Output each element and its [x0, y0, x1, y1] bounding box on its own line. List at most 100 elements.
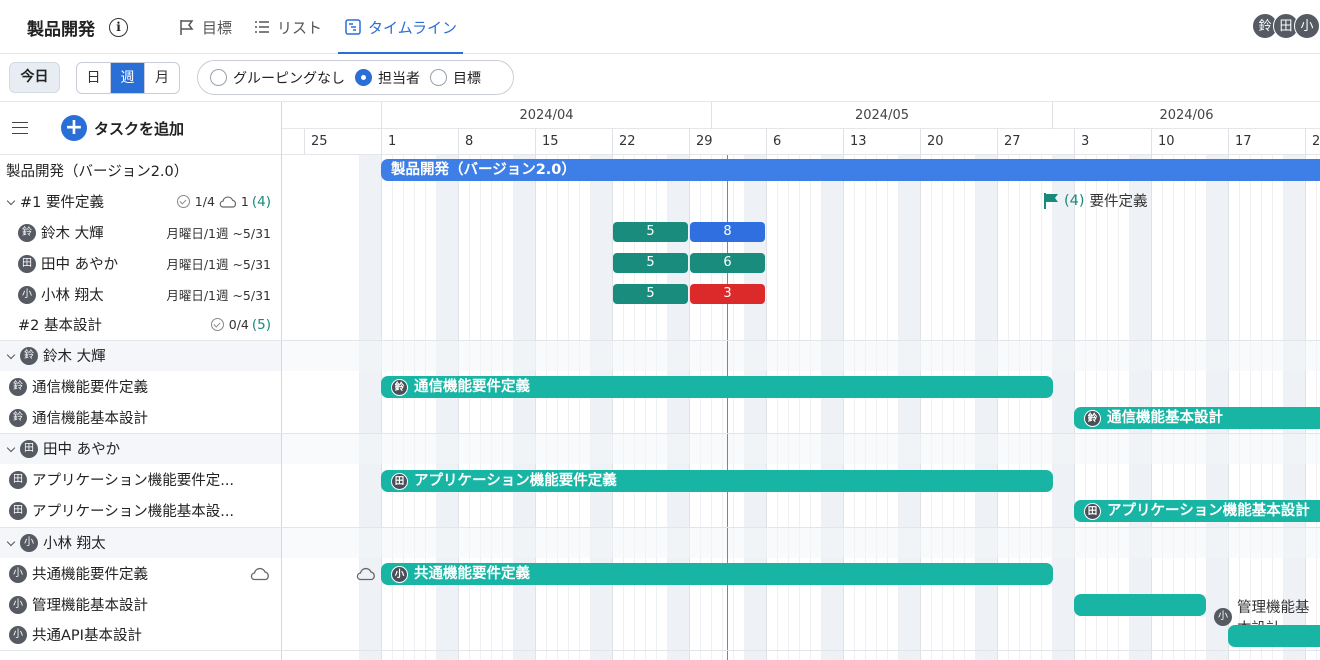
project-title: 製品開発: [27, 20, 95, 40]
goal-row[interactable]: #2 基本設計 0/4 (5): [0, 309, 281, 340]
project-bar[interactable]: 製品開発（バージョン2.0）: [381, 159, 1320, 181]
month-label: 2024/05: [711, 102, 1052, 129]
goal-progress: 1/4: [194, 194, 215, 209]
avatar: 鈴: [9, 377, 27, 396]
month-label: 2024/06: [1052, 102, 1320, 129]
task-bar[interactable]: 田 アプリケーション機能基本設計: [1074, 500, 1320, 522]
top-bar: 製品開発 i 目標 リスト タイムライン 鈴 田 小: [0, 0, 1320, 54]
task-name: 通信機能要件定義: [32, 380, 148, 396]
scale-week-button[interactable]: 週: [111, 63, 145, 93]
member-avatars[interactable]: 鈴 田 小: [1252, 13, 1320, 39]
task-bar-label: 通信機能要件定義: [414, 379, 530, 395]
week-label: 20: [920, 129, 997, 155]
task-bar[interactable]: 鈴 通信機能要件定義: [381, 376, 1053, 398]
workload-cell[interactable]: 6: [690, 253, 765, 273]
avatar[interactable]: 小: [1294, 13, 1320, 39]
task-bar[interactable]: 小 共通機能要件定義: [381, 563, 1053, 585]
radio-goal[interactable]: 目標: [430, 68, 481, 88]
workload-cell[interactable]: 8: [690, 222, 765, 242]
workload-cell[interactable]: 5: [613, 284, 688, 304]
goal-meta: 1/4 1 (4): [176, 194, 271, 210]
task-name: 共通API基本設計: [32, 628, 142, 644]
hamburger-menu-icon[interactable]: [12, 122, 28, 134]
cloud-count: 1: [240, 194, 249, 209]
assignee-group-row[interactable]: 鈴 鈴木 大輝: [0, 340, 281, 371]
project-bar-label: 製品開発（バージョン2.0）: [391, 162, 576, 178]
tab-timeline-label: タイムライン: [368, 18, 457, 37]
toolbar: 今日 日 週 月 グルーピングなし 担当者 目標: [0, 54, 1320, 102]
week-label: 25: [304, 129, 381, 155]
avatar: 小: [20, 533, 38, 552]
week-gridline: [381, 155, 382, 660]
avatar: 田: [391, 472, 408, 490]
radio-assignee[interactable]: 担当者: [355, 68, 420, 88]
cloud-icon: [219, 195, 236, 208]
avatar: 田: [9, 501, 27, 520]
task-row[interactable]: 小 管理機能基本設計: [0, 589, 281, 620]
cloud-icon[interactable]: [355, 567, 377, 581]
task-name: 管理機能基本設計: [32, 598, 148, 614]
chevron-down-icon[interactable]: [6, 351, 16, 361]
group-band: [282, 340, 1320, 371]
task-bar[interactable]: [1074, 594, 1206, 616]
task-row[interactable]: 田 アプリケーション機能基本設...: [0, 495, 281, 526]
goal-row[interactable]: #1 要件定義 1/4 1 (4): [0, 186, 281, 217]
avatar: 鈴: [391, 378, 408, 396]
group-divider: [0, 340, 1320, 341]
tab-list[interactable]: リスト: [253, 0, 322, 54]
chevron-down-icon[interactable]: [6, 444, 16, 454]
goal-label: #1 要件定義: [20, 195, 104, 211]
milestone[interactable]: (4) 要件定義: [1043, 190, 1148, 211]
task-bar[interactable]: [1228, 625, 1320, 647]
day-gridline: [1052, 155, 1053, 660]
milestone-label: 要件定義: [1089, 194, 1148, 210]
task-bar[interactable]: 鈴 通信機能基本設計: [1074, 407, 1320, 429]
tab-goals[interactable]: 目標: [178, 0, 232, 54]
workload-cell[interactable]: 5: [613, 253, 688, 273]
goal-label: #2 基本設計: [18, 318, 102, 334]
info-icon[interactable]: i: [109, 18, 128, 37]
avatar: 田: [9, 470, 27, 489]
goal-member-row[interactable]: 鈴 鈴木 大輝 月曜日/1週 ~5/31: [0, 217, 281, 248]
radio-no-grouping[interactable]: グルーピングなし: [210, 68, 345, 88]
add-task-button[interactable]: タスクを追加: [94, 118, 184, 139]
week-label: 3: [1074, 129, 1151, 155]
chevron-down-icon[interactable]: [6, 538, 16, 548]
radio-label: 担当者: [378, 70, 420, 87]
task-row[interactable]: 田 アプリケーション機能要件定...: [0, 464, 281, 495]
member-name: 田中 あやか: [41, 257, 119, 273]
avatar: 鈴: [1084, 409, 1101, 427]
member-name: 鈴木 大輝: [41, 226, 104, 242]
task-bar[interactable]: 田 アプリケーション機能要件定義: [381, 470, 1053, 492]
task-row[interactable]: 鈴 通信機能基本設計: [0, 402, 281, 433]
task-row[interactable]: 小 共通API基本設計: [0, 619, 281, 650]
scale-day-button[interactable]: 日: [77, 63, 111, 93]
task-row[interactable]: 鈴 通信機能要件定義: [0, 371, 281, 402]
chevron-down-icon[interactable]: [6, 197, 16, 207]
radio-circle: [430, 69, 447, 86]
avatar: 小: [391, 565, 408, 583]
task-row[interactable]: 小 共通機能要件定義: [0, 558, 281, 589]
goal-member-row[interactable]: 田 田中 あやか 月曜日/1週 ~5/31: [0, 248, 281, 279]
assignee-group-row[interactable]: 小 小林 翔太: [0, 527, 281, 558]
goal-count: (5): [251, 316, 271, 333]
cloud-icon[interactable]: [249, 567, 271, 581]
task-name: 共通機能要件定義: [32, 567, 148, 583]
today-button[interactable]: 今日: [9, 62, 60, 93]
timeline-icon: [345, 19, 361, 35]
add-task-plus-icon[interactable]: +: [61, 115, 87, 141]
week-label: 17: [1228, 129, 1305, 155]
tab-goals-label: 目標: [202, 18, 233, 37]
task-bar-label: アプリケーション機能基本設計: [1107, 503, 1310, 519]
project-row[interactable]: 製品開発（バージョン2.0）: [0, 155, 281, 186]
scale-month-button[interactable]: 月: [145, 63, 179, 93]
workload-cell[interactable]: 3: [690, 284, 765, 304]
bottom-divider: [0, 650, 1320, 651]
avatar: 小: [9, 625, 27, 644]
workload-cell[interactable]: 5: [613, 222, 688, 242]
goal-member-row[interactable]: 小 小林 翔太 月曜日/1週 ~5/31: [0, 279, 281, 310]
tab-timeline[interactable]: タイムライン: [338, 0, 463, 54]
day-gridline: [359, 155, 360, 660]
assignee-group-row[interactable]: 田 田中 あやか: [0, 433, 281, 464]
timeline-canvas[interactable]: 2024/04 2024/05 2024/06 25 1 8 15 22 29 6 13 20 2…: [282, 102, 1320, 660]
